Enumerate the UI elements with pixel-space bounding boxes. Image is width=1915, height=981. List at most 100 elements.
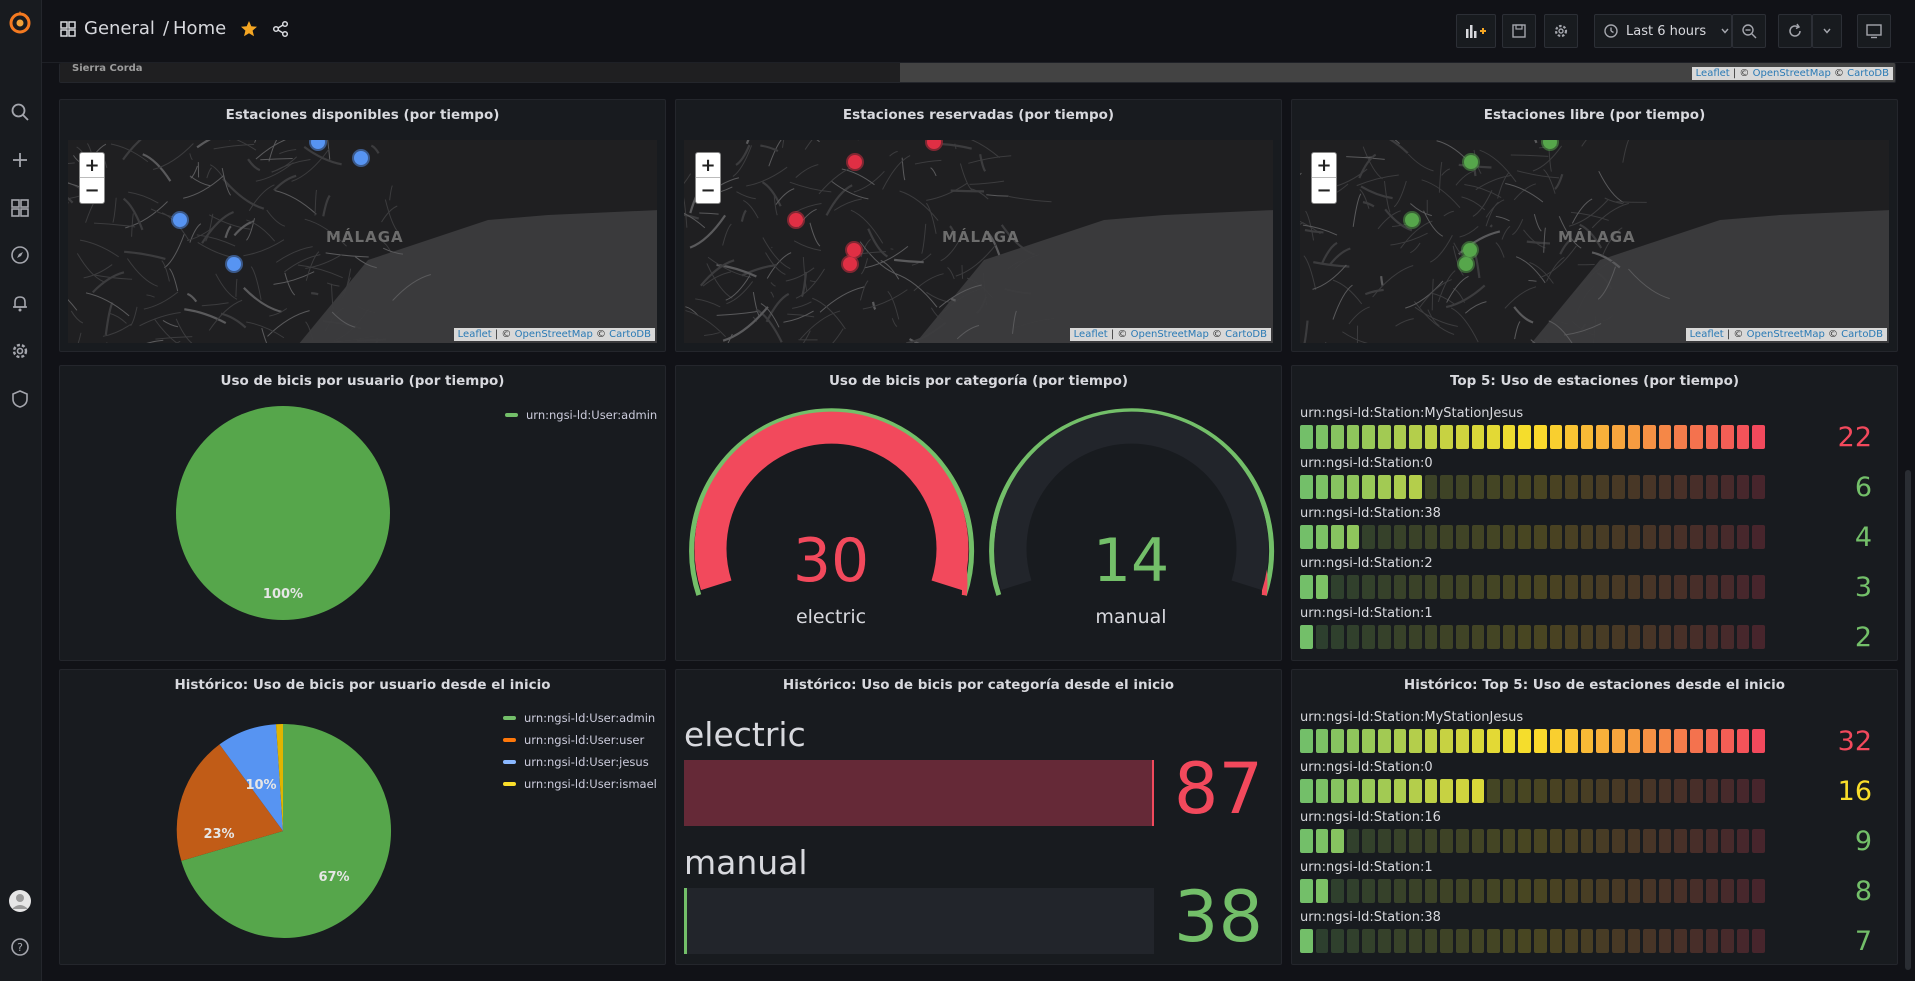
breadcrumb-dashboard[interactable]: Home xyxy=(173,18,226,39)
station-marker[interactable] xyxy=(225,255,243,273)
zoom-in-button[interactable]: + xyxy=(80,153,104,178)
zoom-out-button[interactable]: − xyxy=(1312,178,1336,203)
breadcrumb-folder[interactable]: General xyxy=(84,18,155,39)
bargauge-cell xyxy=(1534,475,1547,499)
zoom-out-button[interactable]: − xyxy=(80,178,104,203)
bargauge-bar[interactable] xyxy=(1300,779,1767,803)
osm-link[interactable]: OpenStreetMap xyxy=(1753,68,1831,79)
station-marker[interactable] xyxy=(1541,140,1559,151)
bargauge-row-value: 22 xyxy=(1837,422,1872,453)
station-marker[interactable] xyxy=(1462,153,1480,171)
station-marker[interactable] xyxy=(352,149,370,167)
user-avatar-icon[interactable] xyxy=(6,887,34,915)
bargauge-cell xyxy=(1534,929,1547,953)
bargauge-cell xyxy=(1690,779,1703,803)
bargauge-bar[interactable] xyxy=(1300,829,1767,853)
station-marker[interactable] xyxy=(1457,255,1475,273)
plus-icon[interactable] xyxy=(6,146,34,174)
bargauge-cell xyxy=(1315,929,1329,953)
add-panel-button[interactable] xyxy=(1456,14,1496,48)
bargauge-bar[interactable] xyxy=(1300,729,1767,753)
save-dashboard-button[interactable] xyxy=(1502,14,1536,48)
bargauge-cell xyxy=(1534,425,1547,449)
bargauge-cell xyxy=(1331,425,1344,449)
time-range-picker[interactable]: Last 6 hours xyxy=(1594,14,1732,48)
osm-link[interactable]: OpenStreetMap xyxy=(1747,329,1825,340)
dashboard-scrollbar[interactable] xyxy=(1905,470,1911,970)
bar-manual[interactable] xyxy=(684,888,1154,954)
grafana-logo-icon[interactable] xyxy=(6,8,34,36)
bargauge-cell xyxy=(1565,425,1578,449)
bargauge-bar[interactable] xyxy=(1300,879,1767,903)
gear-icon[interactable] xyxy=(6,337,34,365)
bargauge-cell xyxy=(1612,729,1625,753)
legend-item[interactable]: urn:ngsi-ld:User:admin xyxy=(505,408,657,422)
station-marker[interactable] xyxy=(925,140,943,151)
leaflet-link[interactable]: Leaflet xyxy=(1074,329,1108,340)
bargauge-bar[interactable] xyxy=(1300,575,1767,599)
leaflet-link[interactable]: Leaflet xyxy=(1696,68,1730,79)
bargauge-cell xyxy=(1565,729,1578,753)
leaflet-link[interactable]: Leaflet xyxy=(1690,329,1724,340)
zoom-out-time-button[interactable] xyxy=(1732,14,1766,48)
alerting-bell-icon[interactable] xyxy=(6,289,34,317)
legend-item[interactable]: urn:ngsi-ld:User:user xyxy=(503,733,644,747)
map-free[interactable]: MÁLAGA + − Leaflet | © OpenStreetMap © Ca… xyxy=(1300,140,1889,343)
carto-link[interactable]: CartoDB xyxy=(1225,329,1267,340)
legend-item[interactable]: urn:ngsi-ld:User:ismael xyxy=(503,777,657,791)
map-available[interactable]: MÁLAGA + − Leaflet | © OpenStreetMap © Ca… xyxy=(68,140,657,343)
refresh-button[interactable] xyxy=(1778,14,1812,48)
bargauge-cell xyxy=(1518,425,1531,449)
search-icon[interactable] xyxy=(6,98,34,126)
help-icon[interactable]: ? xyxy=(6,933,34,961)
carto-link[interactable]: CartoDB xyxy=(609,329,651,340)
osm-link[interactable]: OpenStreetMap xyxy=(1131,329,1209,340)
bargauge-bar[interactable] xyxy=(1300,625,1767,649)
bargauge-cell xyxy=(1362,475,1375,499)
chevron-down-icon xyxy=(1721,28,1729,34)
tv-mode-button[interactable] xyxy=(1857,14,1891,48)
carto-link[interactable]: CartoDB xyxy=(1841,329,1883,340)
dashboard-settings-button[interactable] xyxy=(1544,14,1578,48)
bargauge-cell xyxy=(1424,929,1438,953)
station-marker[interactable] xyxy=(171,211,189,229)
osm-link[interactable]: OpenStreetMap xyxy=(515,329,593,340)
explore-compass-icon[interactable] xyxy=(6,241,34,269)
shield-icon[interactable] xyxy=(6,385,34,413)
bargauge-cell xyxy=(1393,575,1407,599)
gauge-panel-usage-by-category: Uso de bicis por categoría (por tiempo) … xyxy=(675,365,1282,661)
station-marker[interactable] xyxy=(1403,211,1421,229)
dashboards-icon[interactable] xyxy=(6,194,34,222)
bargauge-cell xyxy=(1752,575,1765,599)
refresh-interval-dropdown[interactable] xyxy=(1812,14,1842,48)
legend-item[interactable]: urn:ngsi-ld:User:admin xyxy=(503,711,655,725)
station-marker[interactable] xyxy=(309,140,327,151)
zoom-in-button[interactable]: + xyxy=(696,153,720,178)
bargauge-bar[interactable] xyxy=(1300,929,1767,953)
zoom-control: + − xyxy=(79,152,105,204)
station-marker[interactable] xyxy=(787,211,805,229)
carto-link[interactable]: CartoDB xyxy=(1847,68,1889,79)
bargauge-bar[interactable] xyxy=(1300,525,1767,549)
gauge-electric-label: electric xyxy=(796,606,866,628)
bargauge-cell xyxy=(1424,829,1438,853)
bargauge-cell xyxy=(1612,779,1625,803)
zoom-in-button[interactable]: + xyxy=(1312,153,1336,178)
legend-item[interactable]: urn:ngsi-ld:User:jesus xyxy=(503,755,649,769)
zoom-out-button[interactable]: − xyxy=(696,178,720,203)
bargauge-cell xyxy=(1487,779,1500,803)
bargauge-bar[interactable] xyxy=(1300,475,1767,499)
bargauge-bar[interactable] xyxy=(1300,425,1767,449)
station-marker[interactable] xyxy=(1461,241,1479,259)
share-icon[interactable] xyxy=(272,20,290,38)
station-marker[interactable] xyxy=(845,241,863,259)
station-marker[interactable] xyxy=(841,255,859,273)
gauges: 30 electric 14 manual xyxy=(689,408,1275,628)
bargauge-cell xyxy=(1456,829,1469,853)
bar-electric[interactable] xyxy=(684,760,1154,826)
map-reserved[interactable]: MÁLAGA + − Leaflet | © OpenStreetMap © Ca… xyxy=(684,140,1273,343)
leaflet-link[interactable]: Leaflet xyxy=(458,329,492,340)
station-marker[interactable] xyxy=(846,153,864,171)
bargauge-cell xyxy=(1393,929,1407,953)
star-icon[interactable] xyxy=(240,20,258,38)
